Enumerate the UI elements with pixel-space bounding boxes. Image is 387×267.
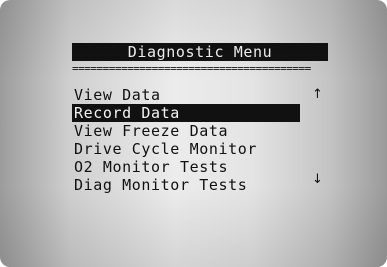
menu-item-view-data[interactable]: View Data <box>72 86 328 104</box>
screen-title: Diagnostic Menu <box>72 43 328 61</box>
menu-item-record-data[interactable]: Record Data <box>72 104 300 122</box>
menu-item-o2-monitor-tests[interactable]: O2 Monitor Tests <box>72 158 328 176</box>
scroll-up-arrow-icon[interactable]: ↑ <box>312 86 323 104</box>
scroll-down-arrow-icon[interactable]: ↓ <box>312 171 323 189</box>
lcd-screen: Diagnostic Menu ========================… <box>0 0 387 267</box>
menu-item-diag-monitor-tests[interactable]: Diag Monitor Tests <box>72 176 328 194</box>
title-separator: ======================================= <box>72 63 311 75</box>
menu-item-drive-cycle-monitor[interactable]: Drive Cycle Monitor <box>72 140 328 158</box>
menu-item-view-freeze-data[interactable]: View Freeze Data <box>72 122 328 140</box>
diagnostic-menu: View Data Record Data View Freeze Data D… <box>72 86 328 194</box>
